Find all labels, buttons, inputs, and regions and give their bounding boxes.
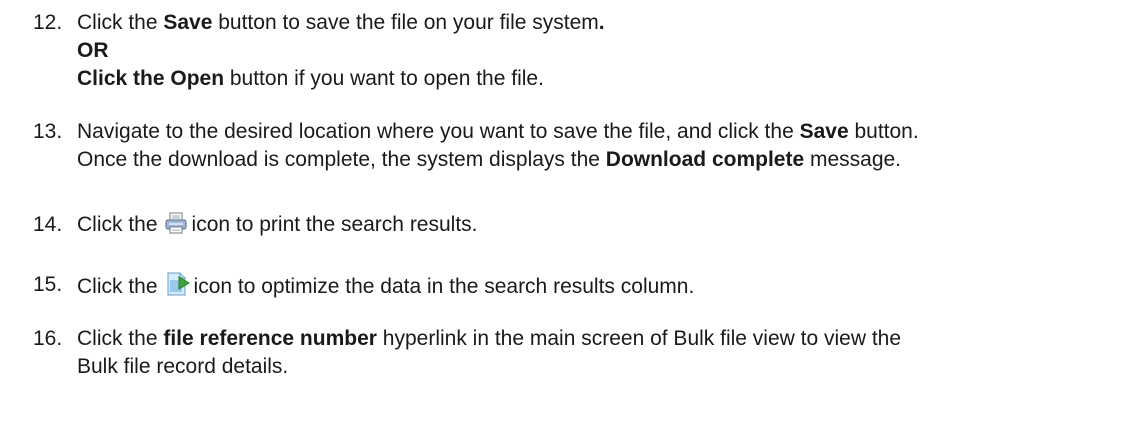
printer-icon [164, 211, 188, 243]
save-term: Save [163, 11, 213, 34]
step-number: 13. [33, 120, 63, 143]
step-number: 15. [33, 273, 63, 296]
step-13-line-2: Once the download is complete, the syste… [77, 148, 902, 171]
or-separator: OR [77, 39, 109, 62]
step-14-line: Click the icon to print the search resul… [77, 211, 478, 243]
step-15-line: Click the icon to optimize the data in t… [77, 271, 694, 305]
open-term: Click the Open [77, 67, 225, 90]
step-16-line-2: Bulk file record details. [77, 355, 289, 378]
step-16-line-1: Click the file reference number hyperlin… [77, 327, 902, 350]
instruction-document: 12. Click the Save button to save the fi… [0, 0, 1140, 428]
step-12-line-1: Click the Save button to save the file o… [77, 11, 605, 34]
save-term: Save [799, 120, 849, 143]
step-12-line-3: Click the Open button if you want to ope… [77, 67, 544, 90]
step-number: 12. [33, 11, 63, 34]
step-13-line-1: Navigate to the desired location where y… [77, 120, 919, 143]
step-12-line-2: OR [77, 37, 109, 65]
step-number: 16. [33, 327, 63, 350]
download-complete-term: Download complete [605, 148, 805, 171]
optimize-icon [164, 271, 190, 305]
step-number: 14. [33, 213, 63, 236]
file-reference-number-term: file reference number [163, 327, 377, 350]
